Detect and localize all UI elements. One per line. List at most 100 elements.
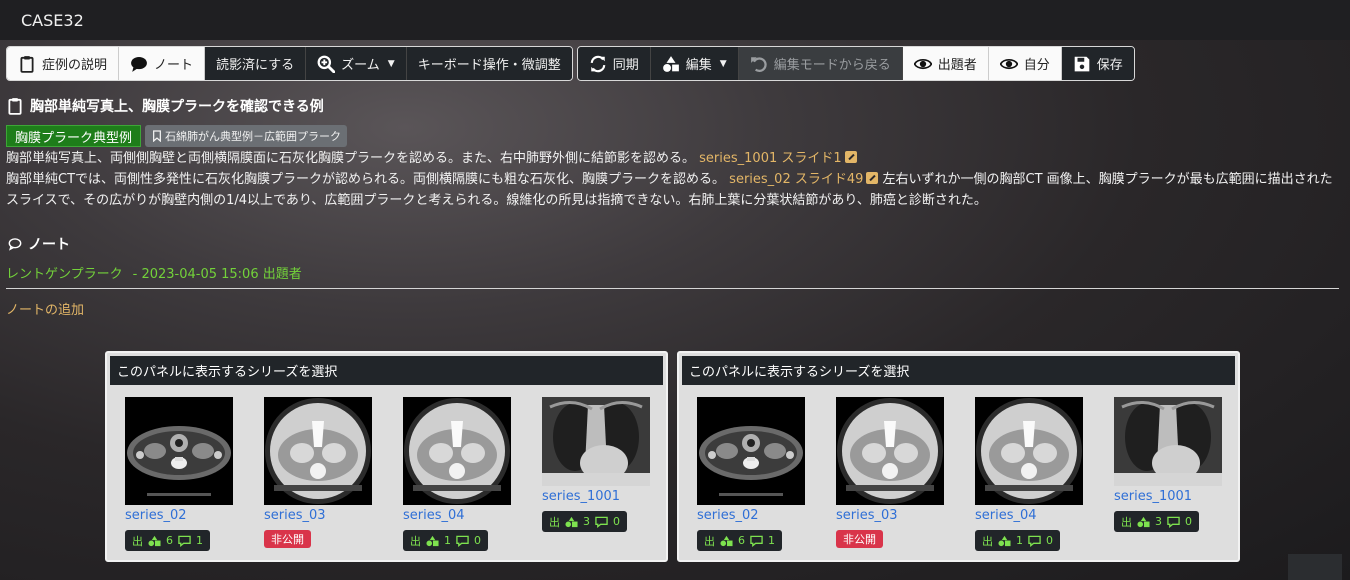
comment-count: 1 [196, 534, 203, 547]
case-description-label: 症例の説明 [42, 58, 108, 73]
case-description-button[interactable]: 症例の説明 [7, 47, 120, 80]
comment-icon [6, 235, 24, 253]
series-name-link[interactable]: series_1001 [542, 489, 651, 507]
comment-icon [456, 535, 469, 547]
notes-heading-text: ノート [28, 237, 70, 253]
comment-count: 0 [613, 515, 620, 528]
series-image[interactable] [697, 397, 805, 505]
clipboard-icon [6, 97, 24, 115]
external-link-icon[interactable] [844, 151, 857, 163]
series-image[interactable] [836, 397, 944, 505]
series-image[interactable] [125, 397, 233, 505]
slide-link[interactable]: series_02 スライド49 [729, 172, 863, 187]
shapes-icon [998, 535, 1011, 547]
shapes-icon [1137, 516, 1150, 528]
exit-edit-mode-button[interactable]: 編集モードから戻る [738, 47, 903, 80]
shapes-icon [662, 55, 680, 73]
examiner-view-button[interactable]: 出題者 [902, 47, 989, 80]
series-thumbnail[interactable]: series_02 出 6 1 [697, 397, 806, 551]
case-heading: 胸部単純写真上、胸膜プラークを確認できる例 [6, 96, 1340, 116]
series-name-link[interactable]: series_02 [125, 508, 234, 526]
examiner-mark: 出 [410, 534, 421, 548]
series-thumbnail[interactable]: series_1001 出 3 0 [542, 397, 651, 551]
private-badge: 非公開 [836, 530, 883, 548]
comment-count: 1 [768, 534, 775, 547]
case-heading-text: 胸部単純写真上、胸膜プラークを確認できる例 [30, 99, 324, 115]
series-image[interactable] [975, 397, 1083, 505]
secondary-tag[interactable]: 石綿肺がん典型例－広範囲プラーク [145, 125, 348, 147]
series-thumbnail[interactable]: series_03 非公開 [264, 397, 373, 551]
comment-count: 0 [1046, 534, 1053, 547]
comment-icon [1167, 516, 1180, 528]
note-entry[interactable]: レントゲンプラーク - 2023-04-05 15:06 出題者 [6, 263, 1340, 283]
series-image[interactable] [403, 397, 511, 505]
series-panel: このパネルに表示するシリーズを選択 series_02 出 6 1 series… [677, 351, 1240, 562]
note-label: ノート [154, 58, 194, 73]
shape-count: 6 [738, 534, 745, 547]
series-stats-badge: 出 6 1 [125, 530, 210, 551]
divider [6, 288, 1339, 289]
description-text: 胸部単純CTでは、両側性多発性に石灰化胸膜プラークが認められる。両側横隔膜にも粗… [6, 172, 726, 187]
shape-count: 3 [583, 515, 590, 528]
series-image[interactable] [1114, 397, 1222, 486]
slide-link[interactable]: series_1001 スライド1 [699, 151, 842, 166]
examiner-mark: 出 [982, 534, 993, 548]
examiner-mark: 出 [132, 534, 143, 548]
series-name-link[interactable]: series_02 [697, 508, 806, 526]
series-stats-badge: 出 3 0 [542, 511, 627, 532]
series-panel: このパネルに表示するシリーズを選択 series_02 出 6 1 series… [105, 351, 668, 562]
shape-count: 6 [166, 534, 173, 547]
examiner-mark: 出 [549, 515, 560, 529]
mark-read-button[interactable]: 読影済にする [205, 47, 307, 80]
series-name-link[interactable]: series_04 [975, 508, 1084, 526]
comment-count: 0 [1185, 515, 1192, 528]
edit-dropdown[interactable]: 編集 ▼ [650, 47, 739, 80]
examiner-label: 出題者 [937, 58, 977, 73]
caret-down-icon: ▼ [387, 58, 395, 69]
zoom-dropdown[interactable]: ズーム ▼ [306, 47, 407, 80]
panel-title[interactable]: このパネルに表示するシリーズを選択 [682, 356, 1235, 385]
caret-down-icon: ▼ [719, 58, 727, 69]
series-name-link[interactable]: series_03 [836, 508, 945, 526]
exit-edit-label: 編集モードから戻る [773, 58, 891, 73]
series-name-link[interactable]: series_03 [264, 508, 373, 526]
series-thumbnail[interactable]: series_02 出 6 1 [125, 397, 234, 551]
note-button[interactable]: ノート [119, 47, 206, 80]
toolbar-group-left: 症例の説明 ノート 読影済にする ズーム ▼ キーボード操作・微調整 [6, 46, 573, 81]
secondary-tag-label: 石綿肺がん典型例－広範囲プラーク [165, 130, 342, 143]
series-name-link[interactable]: series_1001 [1114, 489, 1223, 507]
add-note-link[interactable]: ノートの追加 [6, 299, 1340, 318]
keyboard-button[interactable]: キーボード操作・微調整 [406, 47, 572, 80]
eye-icon [999, 55, 1018, 73]
shapes-icon [720, 535, 733, 547]
series-thumbnail[interactable]: series_03 非公開 [836, 397, 945, 551]
series-thumbnail[interactable]: series_04 出 1 0 [975, 397, 1084, 551]
external-link-icon[interactable] [866, 172, 879, 184]
series-stats-badge: 出 6 1 [697, 530, 782, 551]
save-button[interactable]: 保存 [1061, 47, 1134, 80]
mark-read-label: 読影済にする [216, 58, 295, 73]
series-stats-badge: 出 1 0 [403, 530, 488, 551]
case-title: CASE32 [21, 10, 84, 30]
series-image[interactable] [264, 397, 372, 505]
comment-icon [595, 516, 608, 528]
zoom-in-icon [317, 55, 336, 73]
series-name-link[interactable]: series_04 [403, 508, 512, 526]
comment-icon [1028, 535, 1041, 547]
series-stats-badge: 出 1 0 [975, 530, 1060, 551]
series-image[interactable] [542, 397, 650, 486]
edit-label: 編集 [685, 58, 712, 73]
primary-tag[interactable]: 胸膜プラーク典型例 [6, 125, 142, 147]
series-thumbnail[interactable]: series_04 出 1 0 [403, 397, 512, 551]
scroll-corner [1288, 554, 1342, 580]
eye-icon [913, 55, 932, 73]
series-thumbnail[interactable]: series_1001 出 3 0 [1114, 397, 1223, 551]
self-view-button[interactable]: 自分 [988, 47, 1062, 80]
comment-icon [130, 55, 148, 73]
save-icon [1073, 55, 1091, 73]
sync-button[interactable]: 同期 [577, 47, 651, 80]
panel-title[interactable]: このパネルに表示するシリーズを選択 [110, 356, 663, 385]
bookmark-icon [151, 130, 162, 142]
comment-count: 0 [474, 534, 481, 547]
zoom-label: ズーム [341, 58, 380, 73]
